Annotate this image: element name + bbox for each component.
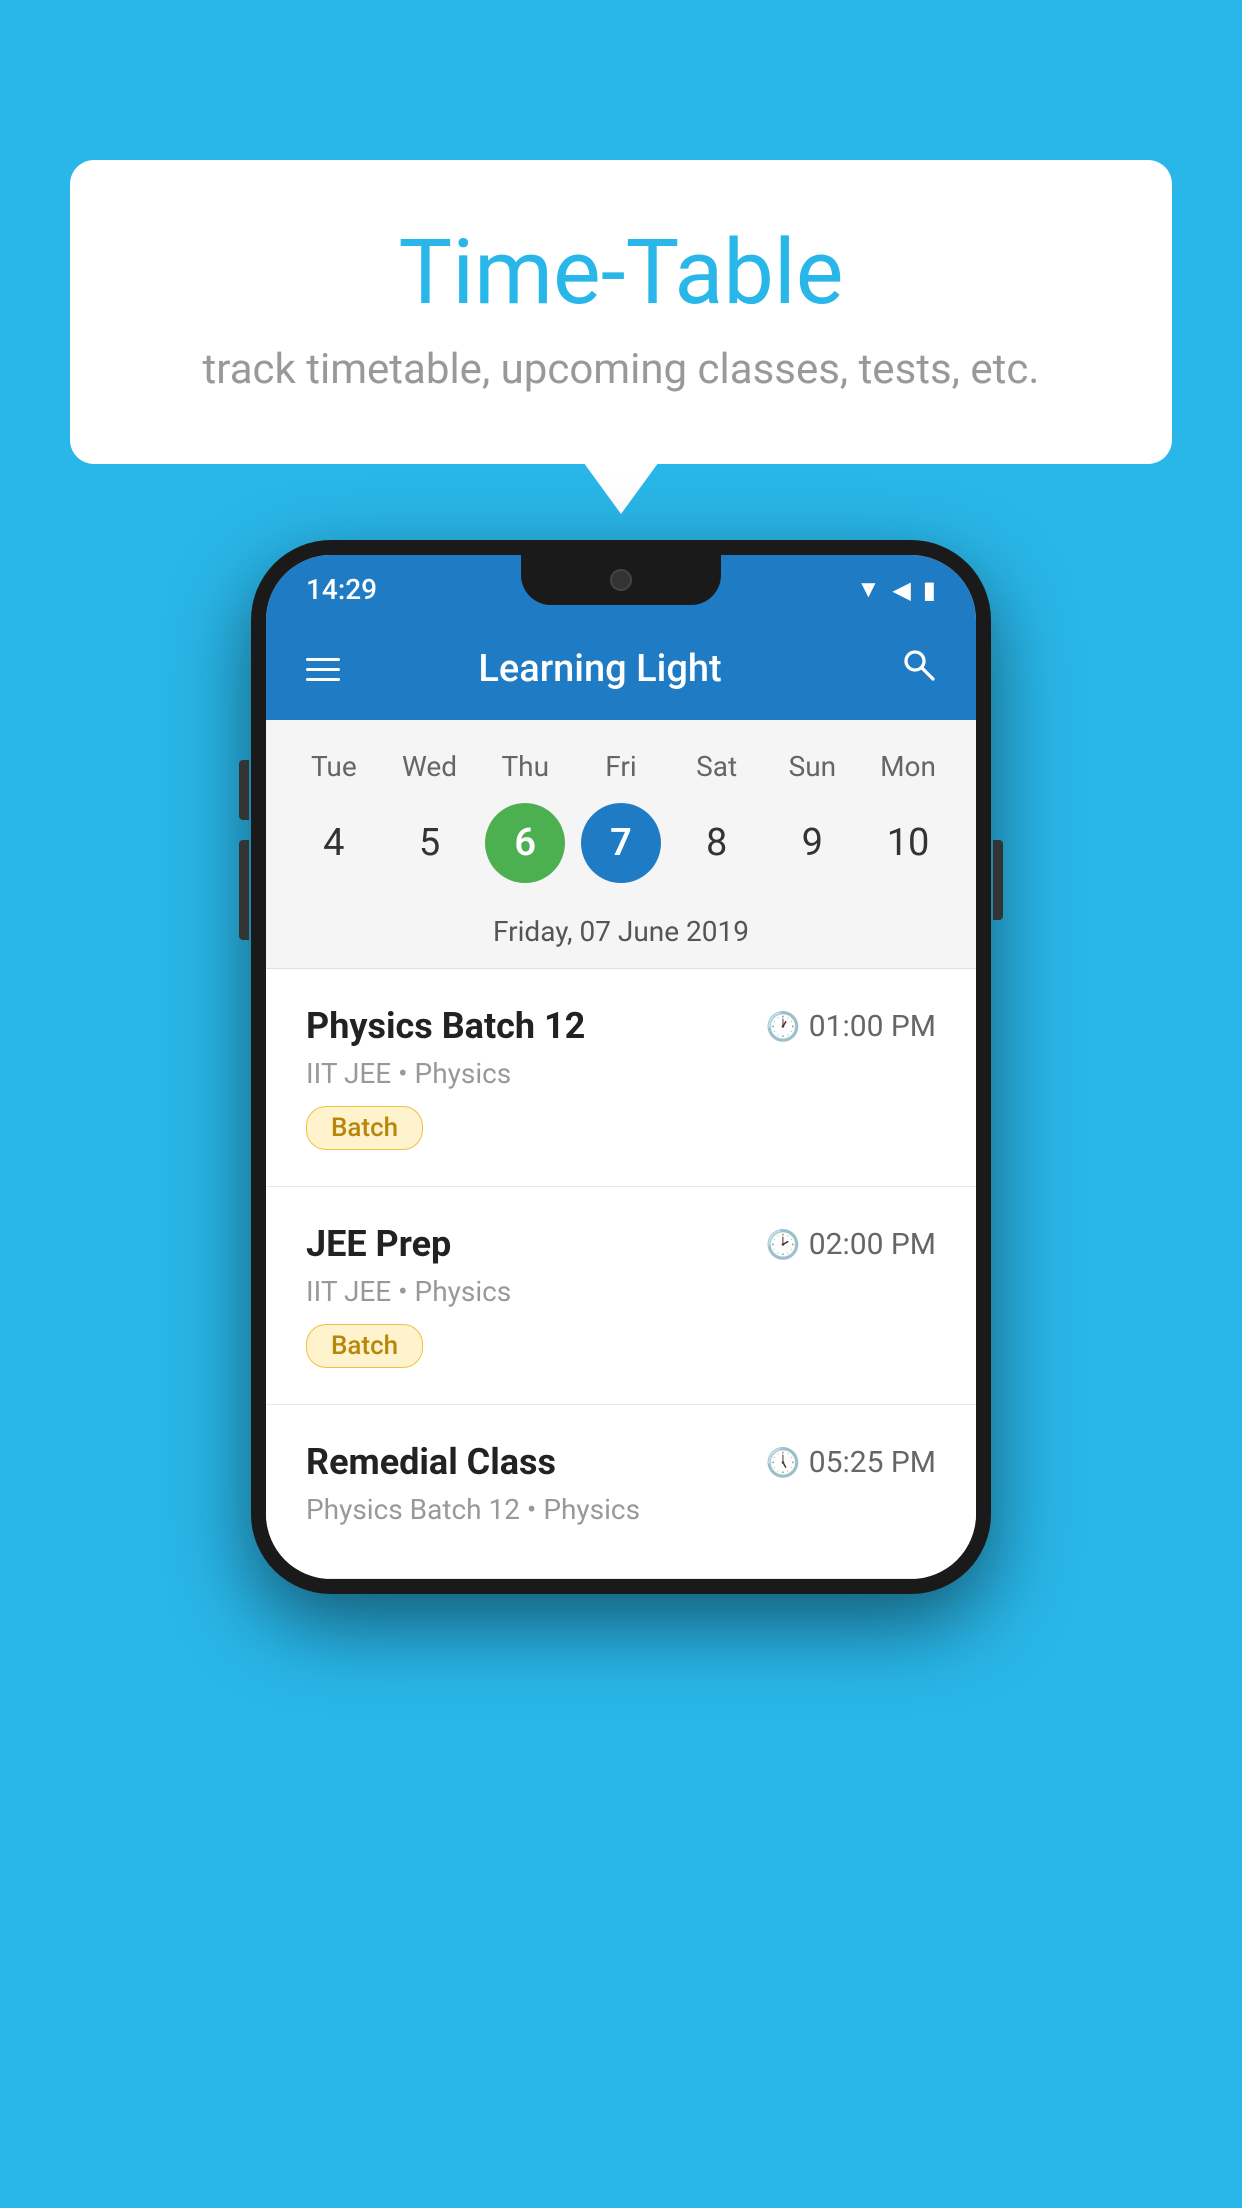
bubble-subtitle: track timetable, upcoming classes, tests… [150, 345, 1092, 394]
calendar-section: Tue Wed Thu Fri Sat Sun Mon 4 5 6 7 8 9 … [266, 720, 976, 969]
calendar-days-header: Tue Wed Thu Fri Sat Sun Mon [266, 740, 976, 793]
volume-down-button [239, 840, 249, 940]
class-name-3: Remedial Class [306, 1441, 556, 1483]
status-time: 14:29 [306, 573, 377, 606]
search-button[interactable] [900, 646, 936, 692]
class-card-3[interactable]: Remedial Class 🕔 05:25 PM Physics Batch … [266, 1405, 976, 1579]
speech-bubble: Time-Table track timetable, upcoming cla… [70, 160, 1172, 464]
wifi-icon: ▼ [857, 575, 881, 604]
day-fri: Fri [581, 750, 661, 783]
class-card-header-2: JEE Prep 🕑 02:00 PM [306, 1223, 936, 1265]
date-5[interactable]: 5 [390, 803, 470, 883]
clock-icon-1: 🕐 [766, 1010, 801, 1043]
volume-up-button [239, 760, 249, 820]
app-bar: Learning Light [266, 618, 976, 720]
status-icons: ▼ ◀ ▮ [857, 575, 936, 604]
classes-list: Physics Batch 12 🕐 01:00 PM IIT JEE • Ph… [266, 969, 976, 1579]
clock-icon-3: 🕔 [766, 1446, 801, 1479]
hamburger-menu-button[interactable] [306, 658, 340, 681]
class-meta-1: IIT JEE • Physics [306, 1057, 936, 1090]
date-7-selected[interactable]: 7 [581, 803, 661, 883]
date-4[interactable]: 4 [294, 803, 374, 883]
app-title: Learning Light [340, 647, 860, 691]
date-9[interactable]: 9 [772, 803, 852, 883]
speech-bubble-section: Time-Table track timetable, upcoming cla… [70, 160, 1172, 464]
day-sun: Sun [772, 750, 852, 783]
power-button [993, 840, 1003, 920]
hamburger-line [306, 678, 340, 681]
class-card-header-1: Physics Batch 12 🕐 01:00 PM [306, 1005, 936, 1047]
clock-icon-2: 🕑 [766, 1228, 801, 1261]
bubble-title: Time-Table [150, 220, 1092, 325]
class-meta-3: Physics Batch 12 • Physics [306, 1493, 936, 1526]
date-6-today[interactable]: 6 [485, 803, 565, 883]
phone-notch [521, 555, 721, 605]
day-wed: Wed [390, 750, 470, 783]
signal-icon: ◀ [892, 576, 910, 604]
hamburger-line [306, 668, 340, 671]
day-thu: Thu [485, 750, 565, 783]
class-card-header-3: Remedial Class 🕔 05:25 PM [306, 1441, 936, 1483]
front-camera [610, 569, 632, 591]
class-card-2[interactable]: JEE Prep 🕑 02:00 PM IIT JEE • Physics Ba… [266, 1187, 976, 1405]
day-sat: Sat [677, 750, 757, 783]
hamburger-line [306, 658, 340, 661]
day-tue: Tue [294, 750, 374, 783]
date-8[interactable]: 8 [677, 803, 757, 883]
phone-body: 14:29 ▼ ◀ ▮ Learning Light [251, 540, 991, 1594]
day-mon: Mon [868, 750, 948, 783]
class-card-1[interactable]: Physics Batch 12 🕐 01:00 PM IIT JEE • Ph… [266, 969, 976, 1187]
class-name-1: Physics Batch 12 [306, 1005, 585, 1047]
class-meta-2: IIT JEE • Physics [306, 1275, 936, 1308]
class-time-1: 🕐 01:00 PM [766, 1009, 936, 1044]
phone-screen: 14:29 ▼ ◀ ▮ Learning Light [266, 555, 976, 1579]
date-10[interactable]: 10 [868, 803, 948, 883]
battery-icon: ▮ [923, 576, 936, 604]
batch-badge-2: Batch [306, 1324, 423, 1368]
selected-date-label: Friday, 07 June 2019 [266, 903, 976, 969]
calendar-dates: 4 5 6 7 8 9 10 [266, 793, 976, 903]
batch-badge-1: Batch [306, 1106, 423, 1150]
class-time-2: 🕑 02:00 PM [766, 1227, 936, 1262]
class-time-3: 🕔 05:25 PM [766, 1445, 936, 1480]
class-name-2: JEE Prep [306, 1223, 451, 1265]
phone-mockup: 14:29 ▼ ◀ ▮ Learning Light [251, 540, 991, 1594]
